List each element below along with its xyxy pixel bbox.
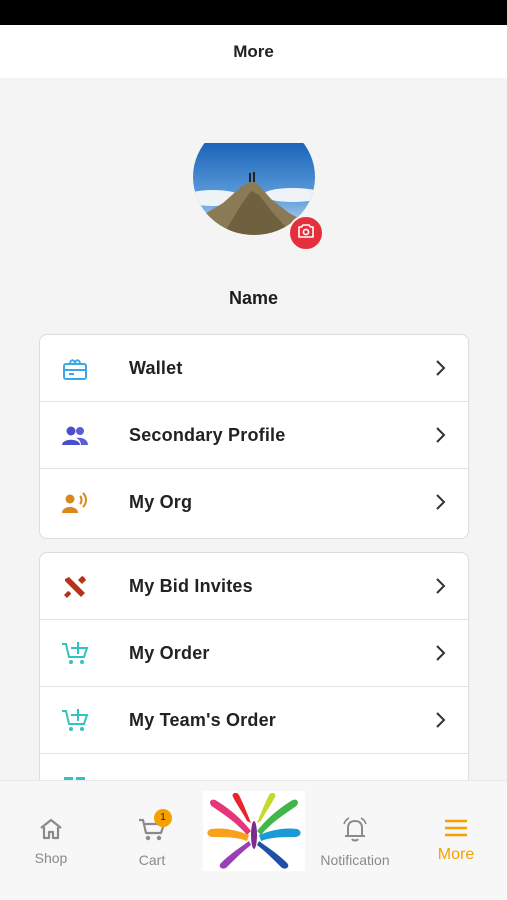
- menu-item-my-order[interactable]: My Order: [40, 620, 468, 687]
- page-title: More: [233, 41, 274, 61]
- change-photo-button[interactable]: [288, 215, 324, 251]
- tab-label: Cart: [138, 852, 166, 868]
- chevron-right-icon: [434, 644, 446, 662]
- chevron-right-icon: [434, 577, 446, 595]
- tools-icon: [60, 574, 90, 600]
- menu-card-orders: My Bid Invites My Order My Team's Order: [39, 552, 469, 802]
- camera-icon: [298, 223, 314, 243]
- menu-card-account: Wallet Secondary Profile My Org: [39, 334, 469, 539]
- menu-item-label: Wallet: [129, 357, 183, 378]
- menu-item-label: My Bid Invites: [129, 575, 253, 596]
- org-icon: [60, 490, 90, 516]
- cart-icon: 1: [130, 809, 174, 848]
- chevron-right-icon: [434, 359, 446, 377]
- home-icon: [30, 817, 72, 846]
- profile-name: Name: [228, 288, 279, 308]
- cart-plus-icon: [60, 641, 90, 667]
- tab-cart[interactable]: 1 Cart: [130, 809, 174, 868]
- chevron-right-icon: [434, 493, 446, 511]
- tab-more[interactable]: More: [430, 817, 482, 864]
- wallet-icon: [60, 356, 90, 382]
- tab-label: Notification: [320, 852, 390, 868]
- menu-item-label: Secondary Profile: [129, 424, 286, 445]
- cart-plus-icon: [60, 708, 90, 734]
- bell-icon: [314, 817, 396, 848]
- menu-item-secondary-profile[interactable]: Secondary Profile: [40, 402, 468, 469]
- avatar-container: [193, 143, 325, 251]
- header: More: [0, 25, 507, 78]
- chevron-right-icon: [434, 426, 446, 444]
- tab-notification[interactable]: Notification: [314, 817, 396, 868]
- menu-icon: [430, 817, 482, 844]
- menu-item-my-bid-invites[interactable]: My Bid Invites: [40, 553, 468, 620]
- menu-item-label: My Org: [129, 492, 193, 512]
- status-bar: [0, 0, 507, 25]
- app-logo[interactable]: [203, 791, 305, 871]
- cart-badge: 1: [154, 809, 172, 827]
- tab-shop[interactable]: Shop: [30, 817, 72, 866]
- users-icon: [60, 423, 90, 449]
- chevron-right-icon: [434, 711, 446, 729]
- menu-item-my-teams-order[interactable]: My Team's Order: [40, 687, 468, 754]
- menu-item-wallet[interactable]: Wallet: [40, 335, 468, 402]
- menu-item-label: My Order: [129, 642, 210, 663]
- tab-label: More: [437, 846, 475, 863]
- tab-label: Shop: [34, 850, 68, 866]
- menu-item-label: My Team's Order: [129, 709, 276, 730]
- menu-item-my-org[interactable]: My Org: [40, 469, 468, 536]
